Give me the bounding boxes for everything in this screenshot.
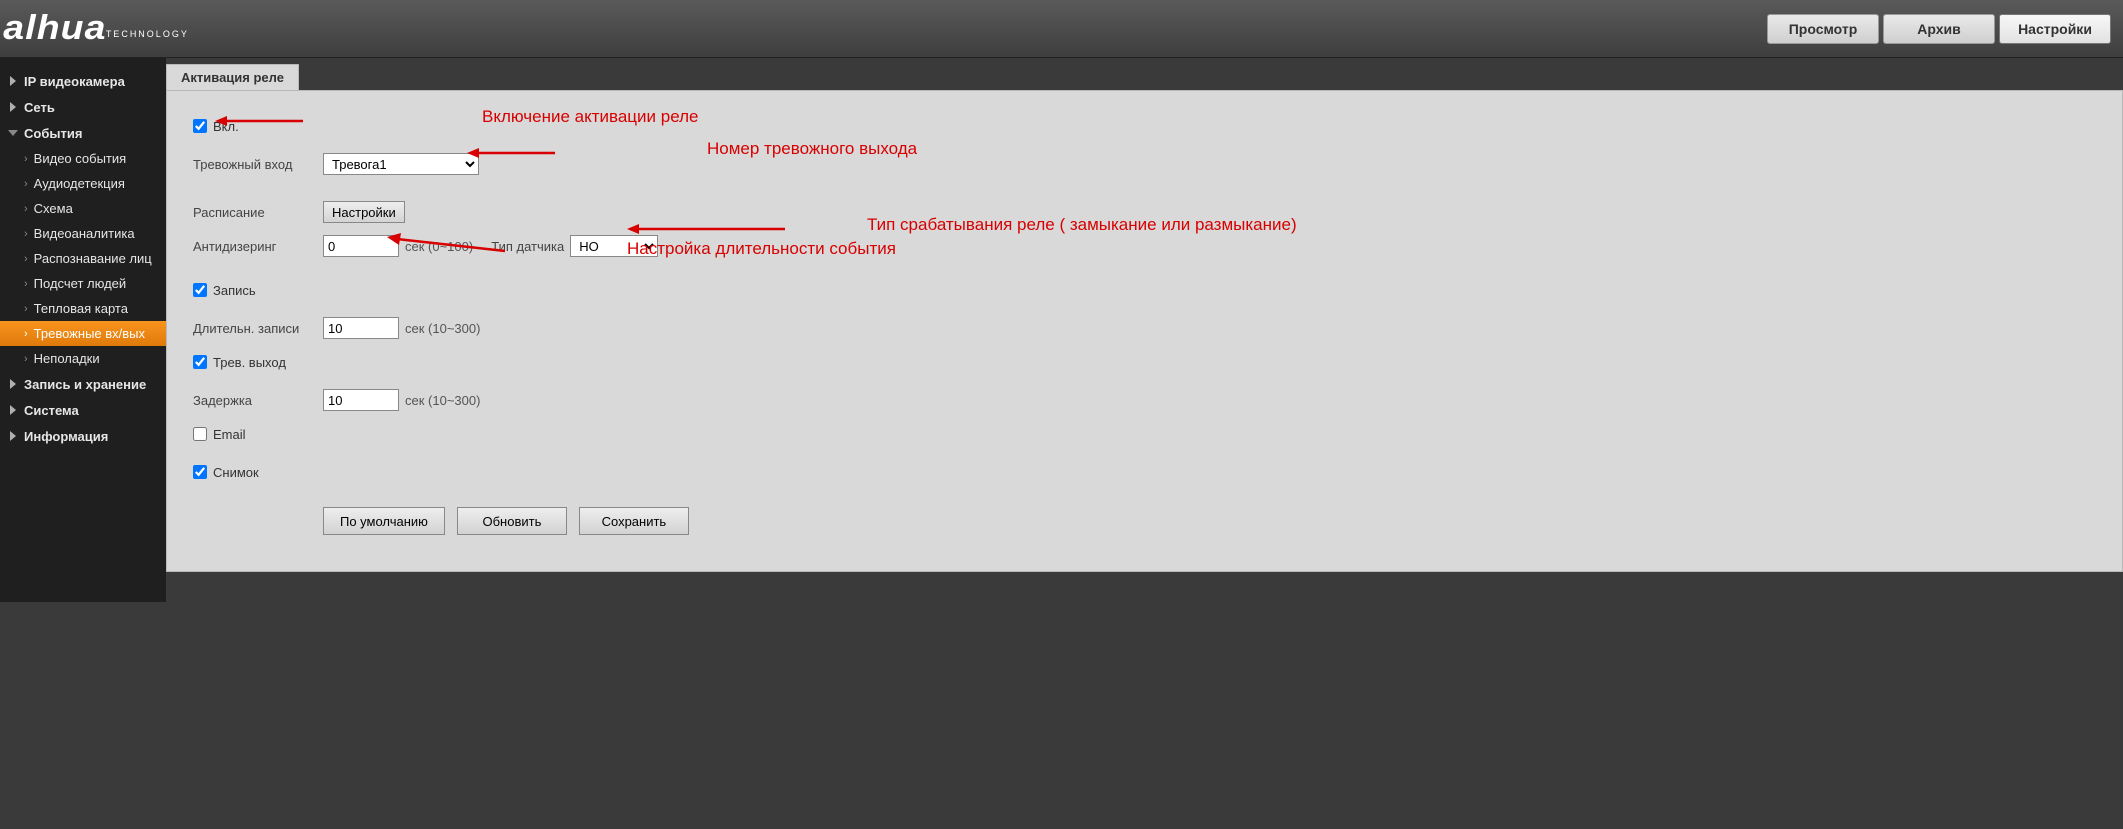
alarm-in-select[interactable]: Тревога1 — [323, 153, 479, 175]
delay-input[interactable] — [323, 389, 399, 411]
snapshot-label: Снимок — [213, 465, 259, 480]
sidebar-label: События — [24, 126, 82, 141]
sidebar-sub-video-analytics[interactable]: ›Видеоаналитика — [0, 221, 166, 246]
sidebar: IP видеокамера Сеть События ›Видео событ… — [0, 58, 166, 602]
anti-dither-input[interactable] — [323, 235, 399, 257]
sidebar-item-info[interactable]: Информация — [0, 423, 166, 449]
sidebar-label: Система — [24, 403, 79, 418]
rec-len-input[interactable] — [323, 317, 399, 339]
record-label: Запись — [213, 283, 256, 298]
sidebar-item-events[interactable]: События — [0, 120, 166, 146]
tab-relay-activation[interactable]: Активация реле — [166, 64, 299, 90]
sidebar-sub-label: Подсчет людей — [34, 276, 127, 291]
anti-dither-label: Антидизеринг — [193, 239, 323, 254]
sidebar-sub-video-events[interactable]: ›Видео события — [0, 146, 166, 171]
logo-subtext: TECHNOLOGY — [106, 29, 189, 39]
sidebar-sub-audio-detect[interactable]: ›Аудиодетекция — [0, 171, 166, 196]
sidebar-sub-label: Схема — [34, 201, 73, 216]
nav-archive-button[interactable]: Архив — [1883, 14, 1995, 44]
schedule-label: Расписание — [193, 205, 323, 220]
delay-label: Задержка — [193, 393, 323, 408]
sensor-type-select[interactable]: НО — [570, 235, 658, 257]
schedule-settings-button[interactable]: Настройки — [323, 201, 405, 223]
record-checkbox[interactable] — [193, 283, 207, 297]
nav-preview-button[interactable]: Просмотр — [1767, 14, 1879, 44]
sidebar-sub-people-count[interactable]: ›Подсчет людей — [0, 271, 166, 296]
sidebar-sub-alarm-io[interactable]: ›Тревожные вх/вых — [0, 321, 166, 346]
sidebar-sub-label: Тревожные вх/вых — [34, 326, 145, 341]
enable-label: Вкл. — [213, 119, 239, 134]
sidebar-label: IP видеокамера — [24, 74, 125, 89]
brand-logo: alhua TECHNOLOGY — [8, 9, 189, 48]
content: Активация реле Вкл. Тревожный вход Трево… — [166, 58, 2123, 602]
refresh-button[interactable]: Обновить — [457, 507, 567, 535]
save-button[interactable]: Сохранить — [579, 507, 689, 535]
sidebar-sub-label: Тепловая карта — [34, 301, 128, 316]
sidebar-label: Информация — [24, 429, 108, 444]
enable-checkbox[interactable] — [193, 119, 207, 133]
nav-settings-button[interactable]: Настройки — [1999, 14, 2111, 44]
sidebar-item-storage[interactable]: Запись и хранение — [0, 371, 166, 397]
sidebar-item-ip-camera[interactable]: IP видеокамера — [0, 68, 166, 94]
sidebar-label: Запись и хранение — [24, 377, 146, 392]
sidebar-sub-label: Неполадки — [34, 351, 100, 366]
snapshot-checkbox[interactable] — [193, 465, 207, 479]
sidebar-sub-label: Аудиодетекция — [34, 176, 125, 191]
sidebar-sub-scheme[interactable]: ›Схема — [0, 196, 166, 221]
rec-len-hint: сек (10~300) — [405, 321, 480, 336]
sidebar-sub-face[interactable]: ›Распознавание лиц — [0, 246, 166, 271]
alarm-out-label: Трев. выход — [213, 355, 286, 370]
sidebar-label: Сеть — [24, 100, 55, 115]
tab-strip: Активация реле — [166, 64, 2123, 90]
sidebar-sub-label: Распознавание лиц — [34, 251, 152, 266]
default-button[interactable]: По умолчанию — [323, 507, 445, 535]
sidebar-sub-heatmap[interactable]: ›Тепловая карта — [0, 296, 166, 321]
delay-hint: сек (10~300) — [405, 393, 480, 408]
email-checkbox[interactable] — [193, 427, 207, 441]
sidebar-sub-faults[interactable]: ›Неполадки — [0, 346, 166, 371]
logo-text: alhua — [8, 9, 102, 48]
anti-dither-hint: сек (0~100) — [405, 239, 473, 254]
rec-len-label: Длительн. записи — [193, 321, 323, 336]
alarm-in-label: Тревожный вход — [193, 157, 323, 172]
email-label: Email — [213, 427, 246, 442]
alarm-out-checkbox[interactable] — [193, 355, 207, 369]
top-bar: alhua TECHNOLOGY Просмотр Архив Настройк… — [0, 0, 2123, 58]
sensor-type-label: Тип датчика — [491, 239, 564, 254]
top-nav: Просмотр Архив Настройки — [1767, 14, 2111, 44]
sidebar-sub-label: Видео события — [34, 151, 127, 166]
sidebar-sub-label: Видеоаналитика — [34, 226, 135, 241]
sidebar-item-system[interactable]: Система — [0, 397, 166, 423]
sidebar-item-network[interactable]: Сеть — [0, 94, 166, 120]
main-area: IP видеокамера Сеть События ›Видео событ… — [0, 58, 2123, 602]
panel-relay-activation: Вкл. Тревожный вход Тревога1 Расписание … — [166, 90, 2123, 572]
